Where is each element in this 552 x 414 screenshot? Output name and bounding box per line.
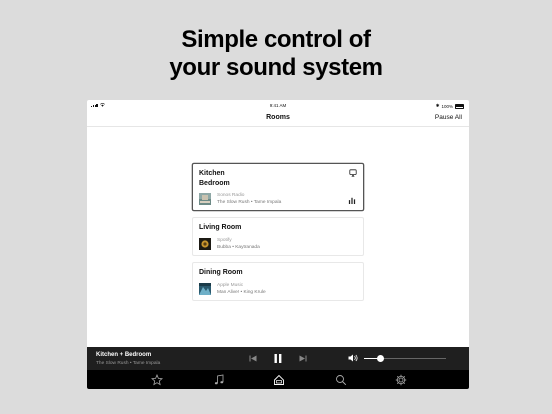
now-playing-track: Bubba • Kaytranada: [217, 245, 260, 250]
bluetooth-icon: ✱: [435, 103, 440, 108]
status-time: 9:41 AM: [269, 103, 287, 108]
status-right: ✱ 100%: [436, 103, 464, 109]
marketing-headline: Simple control of your sound system: [0, 26, 552, 82]
equalizer-icon: [348, 197, 356, 204]
music-service: Spotify: [217, 238, 232, 243]
room-card-dining-room[interactable]: Dining Room Apple Music Man Alive! • Kin…: [192, 262, 364, 301]
tab-bar: [87, 370, 469, 389]
status-bar: 9:41 AM ✱ 100%: [87, 100, 469, 110]
room-name: Kitchen: [199, 170, 225, 177]
next-track-icon[interactable]: [299, 355, 307, 362]
room-name: Living Room: [199, 224, 242, 231]
headline-line-1: Simple control of: [181, 26, 371, 53]
album-art-bubba: [199, 238, 211, 250]
now-playing-track: The Slow Rush • Tame Impala: [96, 361, 161, 366]
tab-rooms-home-icon[interactable]: [273, 374, 285, 386]
volume-slider[interactable]: [364, 355, 446, 362]
headline-line-2: your sound system: [169, 54, 383, 81]
tab-favorites-star-icon[interactable]: [151, 374, 163, 386]
now-playing-track: The Slow Rush • Tame Impala: [217, 200, 282, 205]
airplay-icon[interactable]: [349, 169, 357, 177]
room-card-kitchen-bedroom[interactable]: Kitchen Bedroom Sonos Radio The Slow Rus…: [192, 163, 364, 211]
battery-percent: 100%: [441, 103, 453, 109]
room-name-grouped: Bedroom: [199, 180, 230, 187]
now-playing-bar[interactable]: Kitchen + Bedroom The Slow Rush • Tame I…: [87, 347, 469, 370]
volume-slider-knob[interactable]: [376, 355, 384, 362]
tab-music-note-icon[interactable]: [213, 374, 225, 386]
pause-all-button[interactable]: Pause All: [435, 114, 462, 121]
tab-settings-gear-icon[interactable]: [395, 374, 407, 386]
page-title: Rooms: [266, 114, 290, 121]
tablet-screen: 9:41 AM ✱ 100% Rooms Pause All Kitchen B…: [87, 100, 469, 389]
album-art-man-alive: [199, 283, 211, 295]
album-art-the-slow-rush: [199, 193, 211, 205]
volume-icon[interactable]: [348, 354, 358, 362]
music-service: Sonos Radio: [217, 193, 245, 198]
music-service: Apple Music: [217, 283, 244, 288]
tab-search-icon[interactable]: [335, 374, 347, 386]
pause-icon[interactable]: [274, 354, 282, 363]
room-name: Dining Room: [199, 269, 243, 276]
room-card-living-room[interactable]: Living Room Spotify Bubba • Kaytranada: [192, 217, 364, 256]
battery-icon: [455, 103, 464, 109]
now-playing-track: Man Alive! • King Krule: [217, 290, 266, 295]
navigation-bar: Rooms Pause All: [87, 110, 469, 127]
previous-track-icon[interactable]: [249, 355, 257, 362]
now-playing-room-group: Kitchen + Bedroom: [96, 352, 152, 358]
